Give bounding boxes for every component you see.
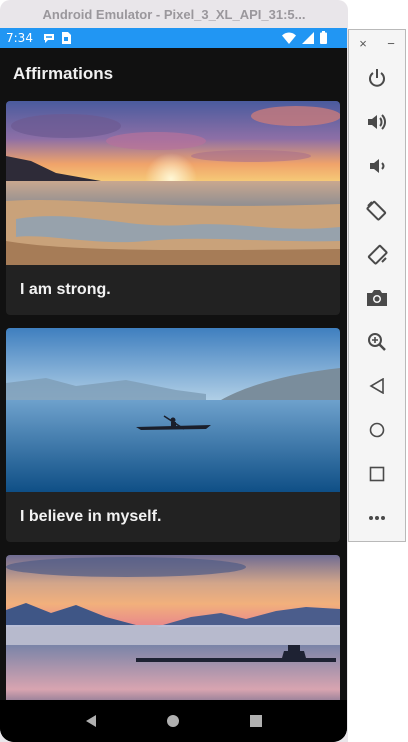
rotate-left-icon[interactable]: [349, 188, 405, 232]
app-content: Affirmations I am strong. I believe in m…: [0, 48, 347, 700]
volume-up-icon[interactable]: [349, 100, 405, 144]
cellular-signal-icon: [302, 31, 314, 44]
status-bar: 7:34: [0, 28, 347, 48]
affirmation-label: I believe in myself.: [20, 508, 162, 525]
chat-bubble-icon: [43, 32, 55, 44]
volume-down-icon[interactable]: [349, 144, 405, 188]
rotate-right-icon[interactable]: [349, 232, 405, 276]
window-title: Android Emulator - Pixel_3_XL_API_31:5..…: [42, 6, 306, 22]
minimize-icon[interactable]: −: [387, 36, 395, 51]
overview-icon[interactable]: [349, 452, 405, 496]
app-title: Affirmations: [13, 64, 114, 83]
back-icon[interactable]: [349, 364, 405, 408]
status-time: 7:34: [6, 31, 33, 45]
emulator-root: Android Emulator - Pixel_3_XL_API_31:5..…: [0, 0, 408, 742]
zoom-icon[interactable]: [349, 320, 405, 364]
home-icon[interactable]: [349, 408, 405, 452]
affirmation-card[interactable]: [6, 555, 340, 700]
camera-icon[interactable]: [349, 276, 405, 320]
lake-kayak-image: [6, 328, 340, 492]
navigation-bar: [0, 700, 347, 742]
mountain-lake-sunset-image: [6, 555, 340, 700]
close-icon[interactable]: ×: [359, 36, 367, 51]
phone-screen: 7:34 Affirmations I am strong. I believe…: [0, 28, 347, 742]
emulator-toolbar: × −: [348, 29, 406, 542]
beach-sunset-image: [6, 101, 340, 265]
more-icon[interactable]: [349, 496, 405, 540]
back-icon[interactable]: [76, 706, 106, 736]
sim-card-icon: [61, 32, 71, 44]
affirmation-label: I am strong.: [20, 281, 111, 298]
affirmation-card[interactable]: I am strong.: [6, 101, 340, 315]
wifi-icon: [282, 32, 296, 44]
affirmation-card[interactable]: I believe in myself.: [6, 328, 340, 542]
overview-icon[interactable]: [241, 706, 271, 736]
home-icon[interactable]: [158, 706, 188, 736]
power-icon[interactable]: [349, 56, 405, 100]
battery-icon: [320, 31, 327, 44]
